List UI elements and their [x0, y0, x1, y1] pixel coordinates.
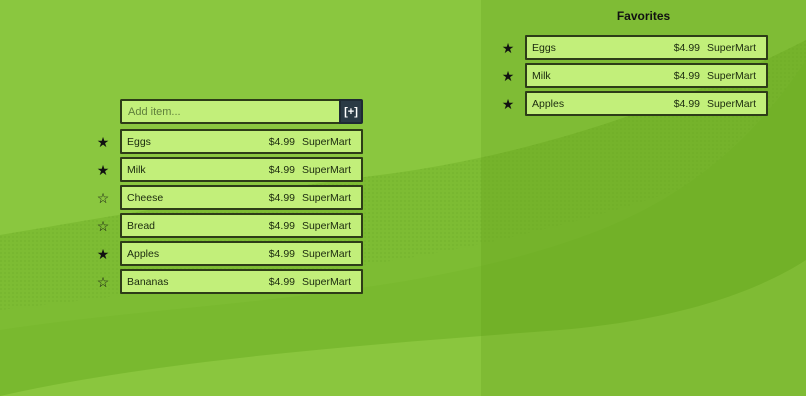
list-item: ★ Eggs $4.99 SuperMart	[95, 129, 363, 154]
item-price: $4.99	[268, 192, 295, 204]
item-card[interactable]: Bananas $4.99 SuperMart	[120, 269, 363, 294]
star-filled-icon[interactable]: ★	[95, 134, 111, 150]
item-card[interactable]: Apples $4.99 SuperMart	[120, 241, 363, 266]
item-name: Bread	[127, 220, 156, 232]
item-card[interactable]: Bread $4.99 SuperMart	[120, 213, 363, 238]
favorites-pane: Favorites ★ Eggs $4.99 SuperMart ★ Milk $4.99 S…	[481, 0, 806, 396]
star-filled-icon[interactable]: ★	[95, 162, 111, 178]
shopping-list-pane: [+] ★ Eggs $4.99 SuperMart ★ Milk $4.99 SuperMa…	[0, 0, 481, 396]
item-name: Bananas	[127, 276, 169, 288]
item-store: SuperMart	[301, 248, 351, 260]
star-filled-icon[interactable]: ★	[500, 68, 516, 84]
item-name: Eggs	[532, 42, 556, 54]
list-item: ☆ Bananas $4.99 SuperMart	[95, 269, 363, 294]
star-outline-icon[interactable]: ☆	[95, 190, 111, 206]
item-card[interactable]: Cheese $4.99 SuperMart	[120, 185, 363, 210]
item-price: $4.99	[268, 248, 295, 260]
item-store: SuperMart	[706, 70, 756, 82]
item-store: SuperMart	[706, 98, 756, 110]
star-filled-icon[interactable]: ★	[500, 40, 516, 56]
item-price: $4.99	[673, 70, 700, 82]
list-item: ★ Eggs $4.99 SuperMart	[500, 35, 768, 60]
star-outline-icon[interactable]: ☆	[95, 218, 111, 234]
item-name: Apples	[127, 248, 160, 260]
item-name: Cheese	[127, 192, 164, 204]
item-name: Apples	[532, 98, 565, 110]
item-price: $4.99	[268, 164, 295, 176]
item-card[interactable]: Eggs $4.99 SuperMart	[120, 129, 363, 154]
add-item-form: [+]	[120, 99, 363, 124]
item-store: SuperMart	[301, 276, 351, 288]
item-price: $4.99	[673, 42, 700, 54]
item-store: SuperMart	[706, 42, 756, 54]
item-store: SuperMart	[301, 220, 351, 232]
star-filled-icon[interactable]: ★	[500, 96, 516, 112]
list-item: ★ Apples $4.99 SuperMart	[500, 91, 768, 116]
item-card[interactable]: Milk $4.99 SuperMart	[120, 157, 363, 182]
item-store: SuperMart	[301, 164, 351, 176]
item-price: $4.99	[268, 276, 295, 288]
item-price: $4.99	[673, 98, 700, 110]
item-name: Eggs	[127, 136, 151, 148]
add-item-button[interactable]: [+]	[339, 99, 363, 124]
list-item: ★ Milk $4.99 SuperMart	[500, 63, 768, 88]
item-name: Milk	[127, 164, 146, 176]
item-store: SuperMart	[301, 136, 351, 148]
item-card[interactable]: Apples $4.99 SuperMart	[525, 91, 768, 116]
item-card[interactable]: Milk $4.99 SuperMart	[525, 63, 768, 88]
item-store: SuperMart	[301, 192, 351, 204]
item-card[interactable]: Eggs $4.99 SuperMart	[525, 35, 768, 60]
add-item-input[interactable]	[120, 99, 339, 124]
item-price: $4.99	[268, 220, 295, 232]
favorites-title: Favorites	[616, 9, 671, 23]
list-item: ☆ Bread $4.99 SuperMart	[95, 213, 363, 238]
star-outline-icon[interactable]: ☆	[95, 274, 111, 290]
favorites-list: ★ Eggs $4.99 SuperMart ★ Milk $4.99 SuperMart ★ A…	[500, 35, 768, 119]
star-filled-icon[interactable]: ★	[95, 246, 111, 262]
list-item: ★ Apples $4.99 SuperMart	[95, 241, 363, 266]
list-item: ★ Milk $4.99 SuperMart	[95, 157, 363, 182]
shopping-list: ★ Eggs $4.99 SuperMart ★ Milk $4.99 SuperMart ☆ C…	[95, 129, 363, 297]
item-price: $4.99	[268, 136, 295, 148]
item-name: Milk	[532, 70, 551, 82]
list-item: ☆ Cheese $4.99 SuperMart	[95, 185, 363, 210]
